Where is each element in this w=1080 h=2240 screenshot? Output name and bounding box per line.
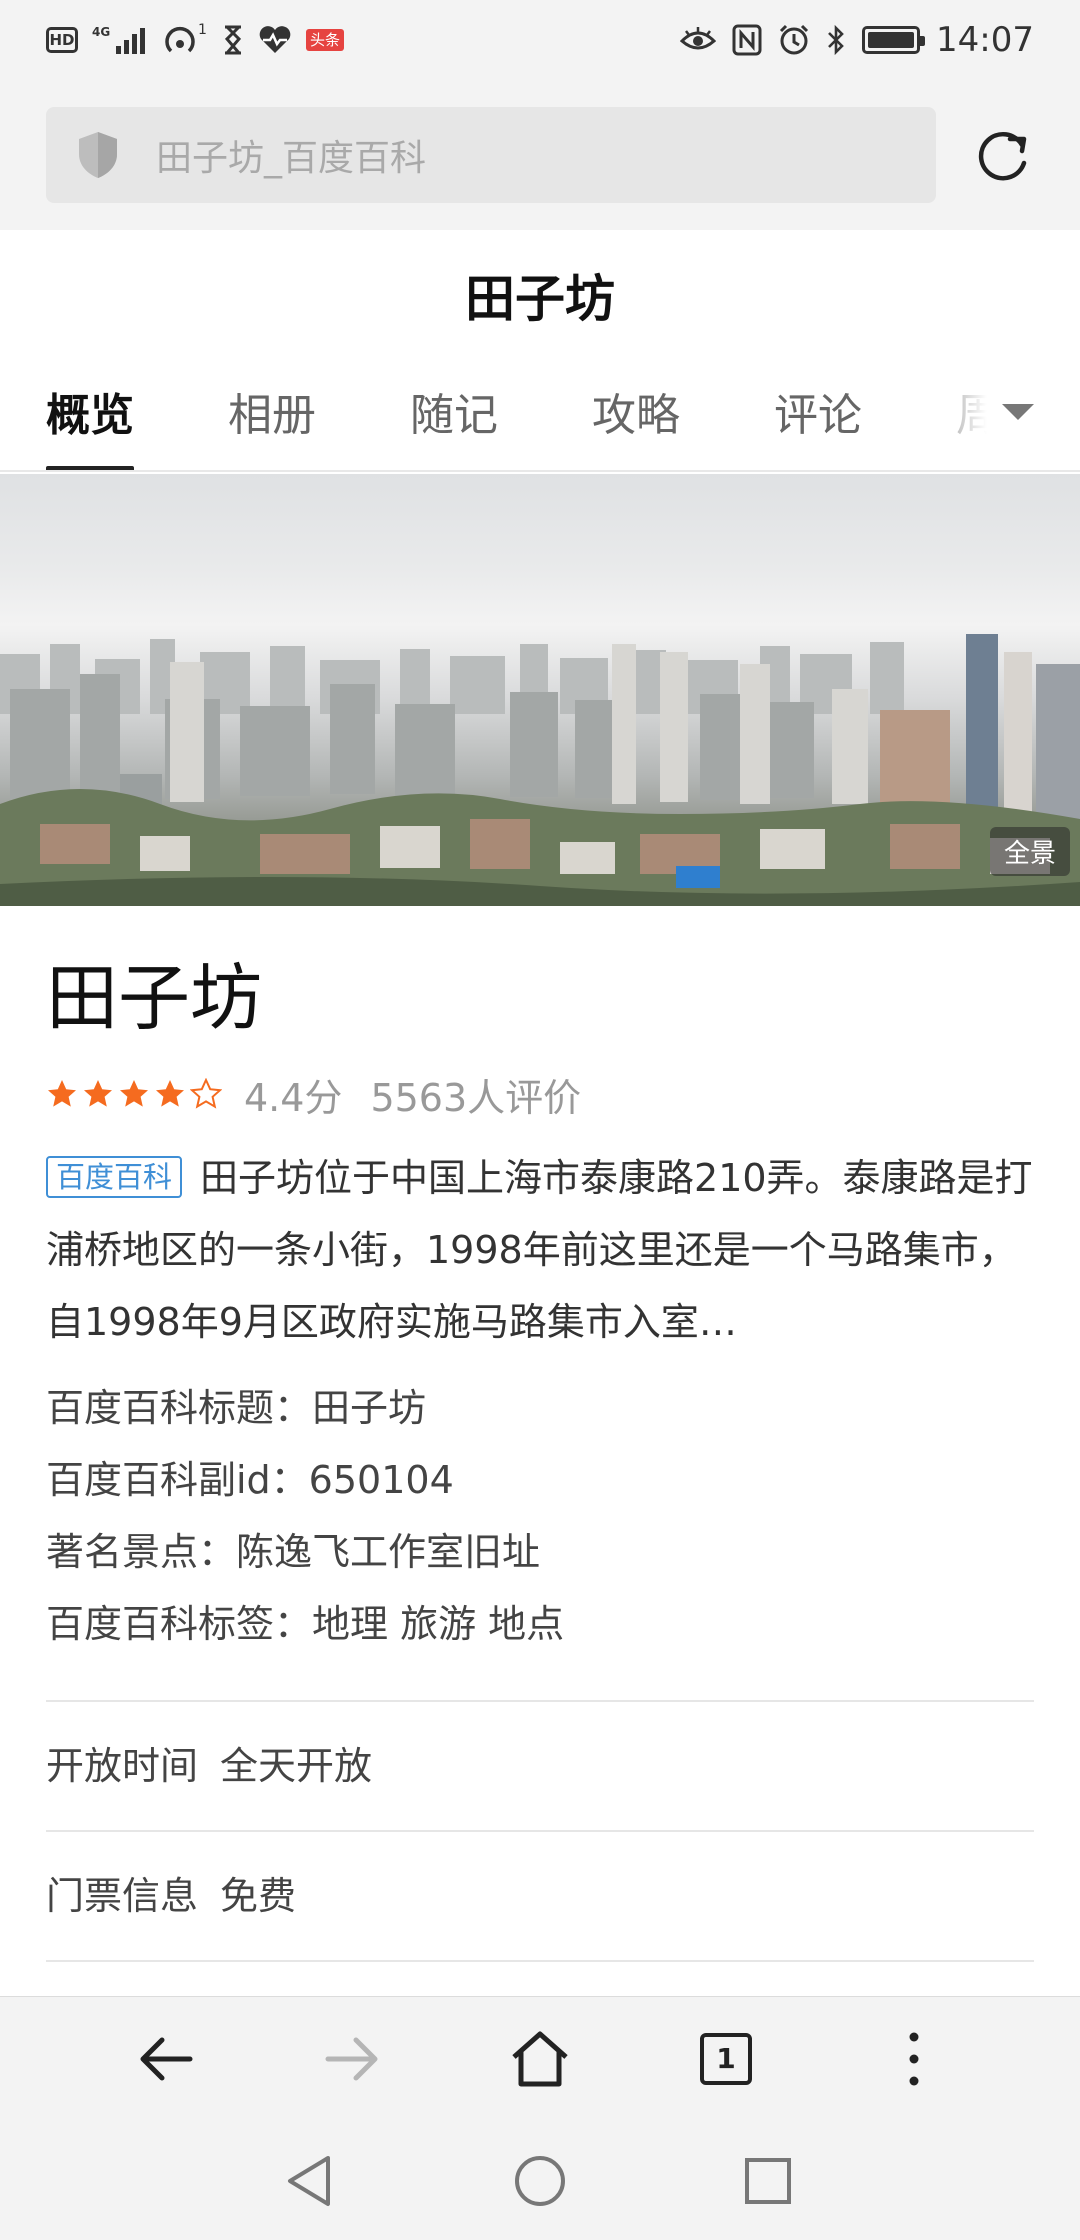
rating-score: 4.4分: [244, 1075, 343, 1120]
source-tag: 百度百科: [46, 1156, 183, 1198]
opening-hours-row[interactable]: 开放时间 全天开放: [46, 1702, 1034, 1830]
signal-icon: 4G: [92, 24, 150, 56]
url-text: 田子坊_百度百科: [156, 138, 427, 179]
hotspot-count: 1: [198, 22, 207, 38]
browser-toolbar: 1: [0, 1996, 1080, 2120]
tab-comments[interactable]: 评论: [774, 360, 862, 470]
hd-badge: HD: [46, 27, 78, 53]
rating-stars: [46, 1078, 222, 1110]
info-tags: 百度百科标签：地理 旅游 地点: [46, 1602, 565, 1646]
description[interactable]: 百度百科 田子坊位于中国上海市泰康路210弄。泰康路是打浦桥地区的一条小街，199…: [46, 1142, 1034, 1358]
more-vertical-icon[interactable]: [874, 2019, 954, 2099]
info-sub-id: 百度百科副id：650104: [46, 1458, 454, 1502]
panorama-badge[interactable]: 全景: [989, 827, 1070, 876]
tab-guide[interactable]: 攻略: [592, 360, 680, 470]
info-list: 百度百科标题：田子坊 百度百科副id：650104 著名景点：陈逸飞工作室旧址 …: [46, 1372, 1034, 1660]
star-empty-icon: [190, 1078, 222, 1109]
forward-arrow-icon[interactable]: [312, 2019, 392, 2099]
back-arrow-icon[interactable]: [126, 2019, 206, 2099]
alarm-icon: [778, 24, 810, 56]
info-title: 百度百科标题：田子坊: [46, 1386, 427, 1430]
info-attraction: 著名景点：陈逸飞工作室旧址: [46, 1530, 541, 1574]
opening-hours-label: 开放时间: [46, 1744, 199, 1788]
address-bar: 田子坊_百度百科: [0, 80, 1080, 230]
tab-fade: [910, 360, 1080, 470]
eye-icon: [680, 25, 717, 55]
star-filled-icon: [156, 1080, 184, 1107]
tab-bar: 概览 相册 随记 攻略 评论 周边: [0, 360, 1080, 472]
tabs-icon[interactable]: 1: [686, 2019, 766, 2099]
news-badge: 头条: [306, 29, 345, 51]
shield-icon: [79, 132, 117, 178]
tab-album[interactable]: 相册: [228, 360, 316, 470]
place-name: 田子坊: [46, 956, 263, 1040]
network-type: 4G: [92, 25, 110, 39]
star-filled-icon: [84, 1080, 112, 1107]
ticket-info-label: 门票信息: [46, 1874, 199, 1918]
bluetooth-icon: [826, 24, 846, 56]
description-text: 田子坊位于中国上海市泰康路210弄。泰康路是打浦桥地区的一条小街，1998年前这…: [46, 1156, 1033, 1344]
panorama-image[interactable]: 全景: [0, 474, 1080, 906]
star-filled-icon: [48, 1080, 76, 1107]
nav-back-triangle-icon[interactable]: [274, 2146, 344, 2216]
tab-overview[interactable]: 概览: [46, 360, 134, 470]
review-count[interactable]: 5563人评价: [370, 1067, 581, 1122]
star-filled-icon: [120, 1080, 148, 1107]
home-icon[interactable]: [500, 2019, 580, 2099]
opening-hours-value: 全天开放: [220, 1744, 373, 1788]
battery-icon: [862, 26, 926, 54]
page-title: 田子坊: [465, 270, 615, 328]
health-icon: [258, 25, 292, 55]
tab-notes[interactable]: 随记: [410, 360, 498, 470]
ticket-info-value: 免费: [220, 1874, 297, 1918]
url-field[interactable]: 田子坊_百度百科: [46, 107, 936, 203]
place-content: 田子坊 4.4分 5563人评价 百度百科 田子坊位于中国上海市泰康路210弄。泰…: [46, 906, 1034, 1962]
ticket-info-row[interactable]: 门票信息 免费: [46, 1832, 1034, 1960]
clock: 14:07: [936, 20, 1034, 60]
system-nav-bar: [0, 2120, 1080, 2240]
nav-home-circle-icon[interactable]: [505, 2146, 575, 2216]
tab-count: 1: [700, 2033, 752, 2085]
hotspot-icon: 1: [164, 22, 208, 58]
hourglass-icon: [222, 25, 244, 55]
refresh-icon[interactable]: [974, 125, 1034, 185]
nfc-icon: [732, 24, 762, 56]
tabs-expand-icon[interactable]: [1002, 404, 1034, 420]
rating-row: 4.4分 5563人评价: [46, 1066, 1034, 1122]
status-bar: HD 4G 1 头条 14:07: [0, 0, 1080, 80]
divider: [46, 1960, 1034, 1962]
nav-recent-square-icon[interactable]: [733, 2146, 803, 2216]
